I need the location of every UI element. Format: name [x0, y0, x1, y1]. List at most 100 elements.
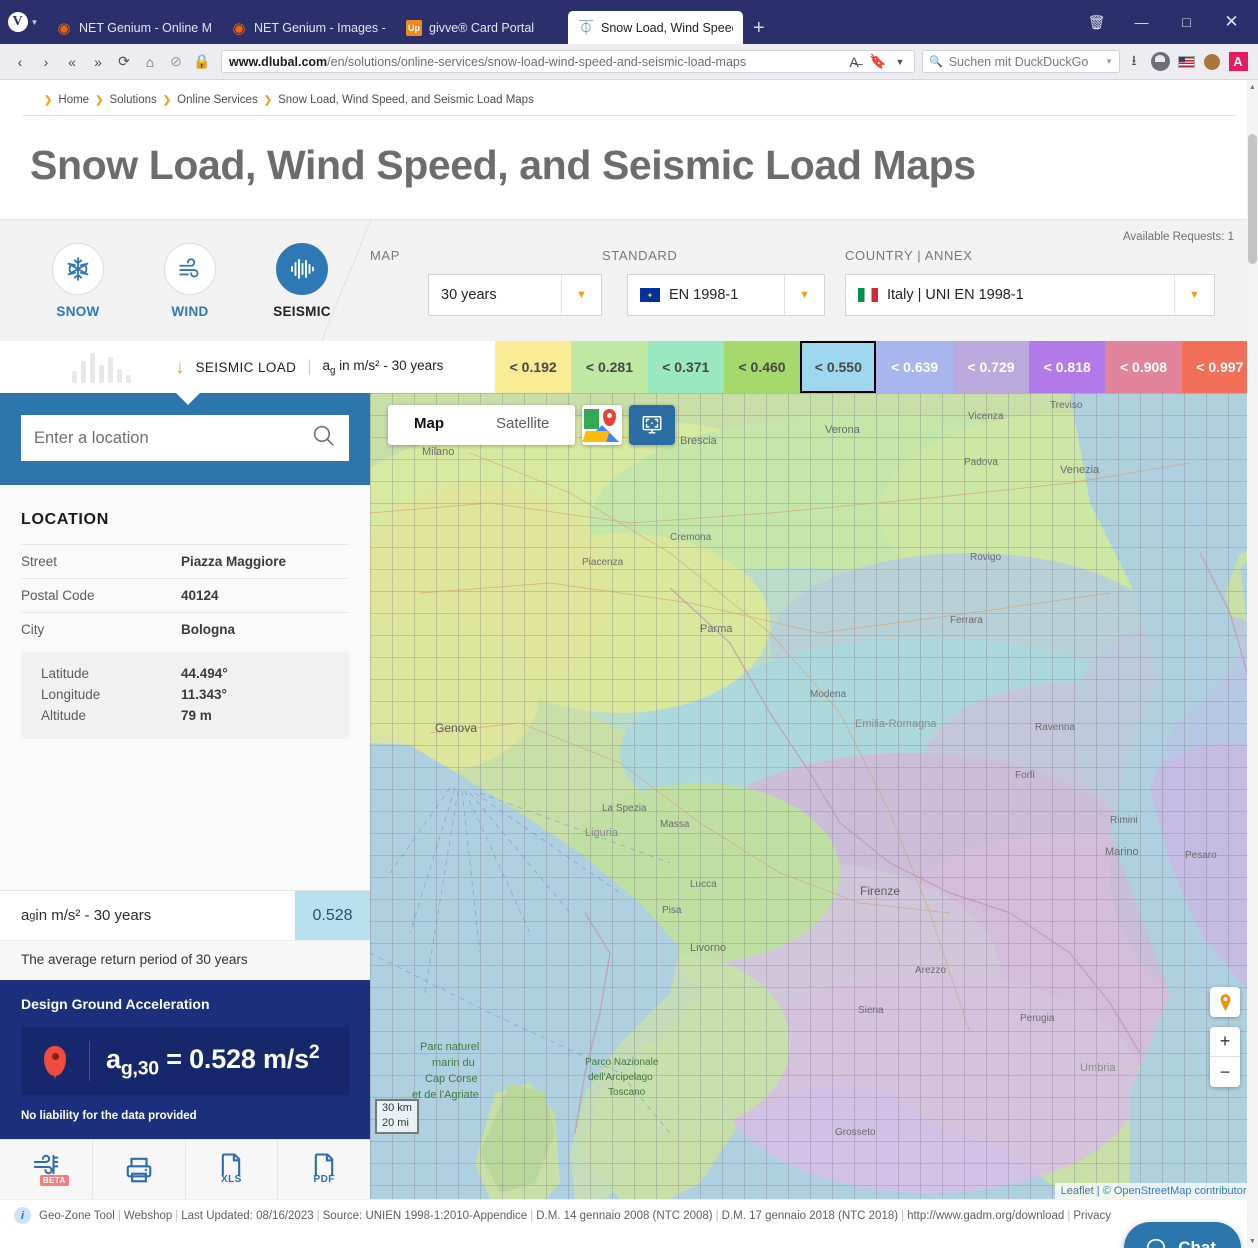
map-label: marin du — [432, 1057, 475, 1069]
dga-value-box: ag,30 = 0.528 m/s2 — [21, 1027, 349, 1095]
browser-tab-1[interactable]: ◉ NET Genium - Online Manu — [46, 11, 221, 44]
map-canvas[interactable]: Milano Brescia Verona Vicenza Treviso Venezia… — [370, 393, 1258, 1199]
forward-icon[interactable]: › — [34, 50, 58, 74]
info-icon[interactable]: i — [14, 1207, 31, 1224]
location-row: City Bologna — [21, 612, 349, 646]
vivaldi-menu-button[interactable]: V ▼ — [0, 0, 46, 44]
country-annex-select[interactable]: Italy | UNI EN 1998-1 ▼ — [845, 274, 1215, 316]
maximize-button[interactable]: □ — [1164, 7, 1209, 37]
fast-forward-icon[interactable]: » — [86, 50, 110, 74]
browser-tab-4-active[interactable]: ⏁ Snow Load, Wind Speed, an — [568, 11, 743, 44]
minimize-button[interactable]: — — [1119, 7, 1164, 37]
rewind-icon[interactable]: « — [60, 50, 84, 74]
google-maps-icon[interactable] — [582, 405, 623, 445]
page-content: ❯ Home ❯ Solutions ❯ Online Services ❯ S… — [0, 80, 1258, 1248]
trash-icon[interactable]: 🗑 — [1074, 7, 1119, 37]
legend-cell-6[interactable]: < 0.729 — [952, 341, 1030, 393]
page-scrollbar[interactable]: ▲ ▼ — [1247, 80, 1258, 1248]
search-bar[interactable]: 🔍 Suchen mit DuckDuckGo ▼ — [922, 50, 1120, 73]
map-top-tools: Map Satellite — [388, 405, 676, 445]
map-attribution[interactable]: Leaflet | © OpenStreetMap contributors — [1054, 1183, 1258, 1199]
chevron-down-icon[interactable]: ▼ — [561, 275, 601, 315]
map-label: Ravenna — [1035, 722, 1075, 733]
download-icon[interactable]: ⭳ — [1122, 50, 1146, 74]
locate-button-box — [1210, 987, 1240, 1017]
footer-link[interactable]: http://www.gadm.org/download — [907, 1210, 1064, 1222]
legend-bar: ↓ SEISMIC LOAD | ag in m/s² - 30 years <… — [0, 341, 1258, 393]
scroll-down-arrow[interactable]: ▼ — [1247, 1234, 1258, 1248]
hazard-tab-wind[interactable]: WIND — [134, 242, 246, 319]
chevron-down-icon[interactable]: ▼ — [784, 275, 824, 315]
footer-link[interactable]: D.M. 17 gennaio 2018 (NTC 2018) — [722, 1210, 898, 1222]
coordinate-value: 79 m — [181, 708, 212, 723]
footer-link[interactable]: D.M. 14 gennaio 2008 (NTC 2008) — [536, 1210, 712, 1222]
search-icon[interactable] — [311, 423, 336, 453]
back-icon[interactable]: ‹ — [8, 50, 32, 74]
italy-flag-icon — [858, 288, 878, 302]
legend-cell-3[interactable]: < 0.460 — [723, 341, 801, 393]
legend-cell-0[interactable]: < 0.192 — [495, 341, 572, 393]
map-label: Emilia-Romagna — [855, 718, 937, 730]
map-select[interactable]: 30 years ▼ — [428, 274, 602, 316]
chat-button[interactable]: Chat — [1124, 1222, 1241, 1248]
satellite-view-tab[interactable]: Satellite — [470, 405, 575, 445]
location-search-input[interactable] — [34, 428, 303, 448]
legend-cell-4[interactable]: < 0.550 — [800, 341, 877, 393]
close-button[interactable]: ✕ — [1209, 7, 1254, 37]
legend-cell-1[interactable]: < 0.281 — [571, 341, 648, 393]
hazard-tab-snow[interactable]: SNOW — [22, 242, 134, 319]
adblock-icon[interactable]: A — [1226, 50, 1250, 74]
browser-tab-3[interactable]: Up givve® Card Portal — [396, 11, 568, 44]
lock-icon[interactable]: 🔒 — [190, 50, 214, 74]
bookmark-dropdown-icon[interactable]: ▼ — [893, 50, 907, 74]
legend-subtitle: ag in m/s² - 30 years — [322, 357, 444, 377]
coordinate-row: Longitude 11.343° — [21, 684, 349, 705]
address-bar[interactable]: www.dlubal.com/en/solutions/online-servi… — [221, 50, 915, 73]
scroll-up-arrow[interactable]: ▲ — [1247, 80, 1258, 94]
chevron-down-icon[interactable]: ▼ — [1174, 275, 1214, 315]
map-label: Siena — [858, 1005, 884, 1016]
tab-title: Snow Load, Wind Speed, an — [601, 20, 733, 35]
scrollbar-thumb[interactable] — [1248, 134, 1257, 264]
chevron-down-icon[interactable]: ▼ — [1105, 57, 1113, 66]
legend-cell-2[interactable]: < 0.371 — [647, 341, 724, 393]
breadcrumb-item-online-services[interactable]: Online Services — [177, 94, 258, 106]
cookie-icon[interactable] — [1200, 50, 1224, 74]
legend-cell-5[interactable]: < 0.639 — [876, 341, 953, 393]
new-tab-button[interactable]: + — [743, 17, 775, 44]
reload-icon[interactable]: ⟳ — [112, 50, 136, 74]
map-label: Massa — [660, 819, 690, 830]
us-flag-icon[interactable] — [1174, 50, 1198, 74]
footer-link[interactable]: Webshop — [124, 1210, 172, 1222]
translate-icon[interactable]: A̶ — [845, 50, 863, 74]
location-search-wrap[interactable] — [21, 415, 349, 461]
xls-export-button[interactable]: XLS — [186, 1140, 279, 1199]
hazard-tab-seismic[interactable]: SEISMIC — [246, 242, 358, 319]
footer-link[interactable]: Geo-Zone Tool — [39, 1210, 115, 1222]
pdf-export-button[interactable]: PDF — [278, 1140, 370, 1199]
breadcrumb-item-home[interactable]: Home — [58, 94, 89, 106]
map-view-tab[interactable]: Map — [388, 405, 470, 445]
footer-link[interactable]: Last Updated: 08/16/2023 — [181, 1210, 313, 1222]
footer-links: Geo-Zone Tool | Webshop | Last Updated: 08/1… — [39, 1210, 1111, 1222]
footer-link[interactable]: Privacy — [1073, 1210, 1111, 1222]
print-button[interactable] — [93, 1140, 186, 1199]
zoom-in-button[interactable]: + — [1210, 1027, 1240, 1057]
fullscreen-icon[interactable] — [629, 405, 676, 445]
standard-select[interactable]: ✦ EN 1998-1 ▼ — [627, 274, 825, 316]
legend-cell-8[interactable]: < 0.908 — [1105, 341, 1182, 393]
legend-cell-7[interactable]: < 0.818 — [1029, 341, 1106, 393]
home-icon[interactable]: ⌂ — [138, 50, 162, 74]
browser-tab-2[interactable]: ◉ NET Genium - Images - Ima — [221, 11, 396, 44]
zoom-out-button[interactable]: − — [1210, 1057, 1240, 1087]
wind-beta-button[interactable]: BETA — [0, 1140, 93, 1199]
breadcrumb-item-solutions[interactable]: Solutions — [109, 94, 156, 106]
chevron-right-icon: ❯ — [263, 94, 273, 106]
map-area[interactable]: Milano Brescia Verona Vicenza Treviso Venezia… — [370, 393, 1258, 1199]
locate-pin-icon[interactable] — [1210, 987, 1240, 1017]
bookmark-icon[interactable]: 🔖 — [869, 50, 887, 74]
shield-icon[interactable]: ⊘ — [164, 50, 188, 74]
profile-icon[interactable] — [1148, 50, 1172, 74]
legend-color-scale: < 0.192 < 0.281 < 0.371 < 0.460 < 0.550 < 0.6… — [495, 341, 1258, 393]
footer-link[interactable]: Source: UNIEN 1998-1:2010-Appendice — [323, 1210, 528, 1222]
